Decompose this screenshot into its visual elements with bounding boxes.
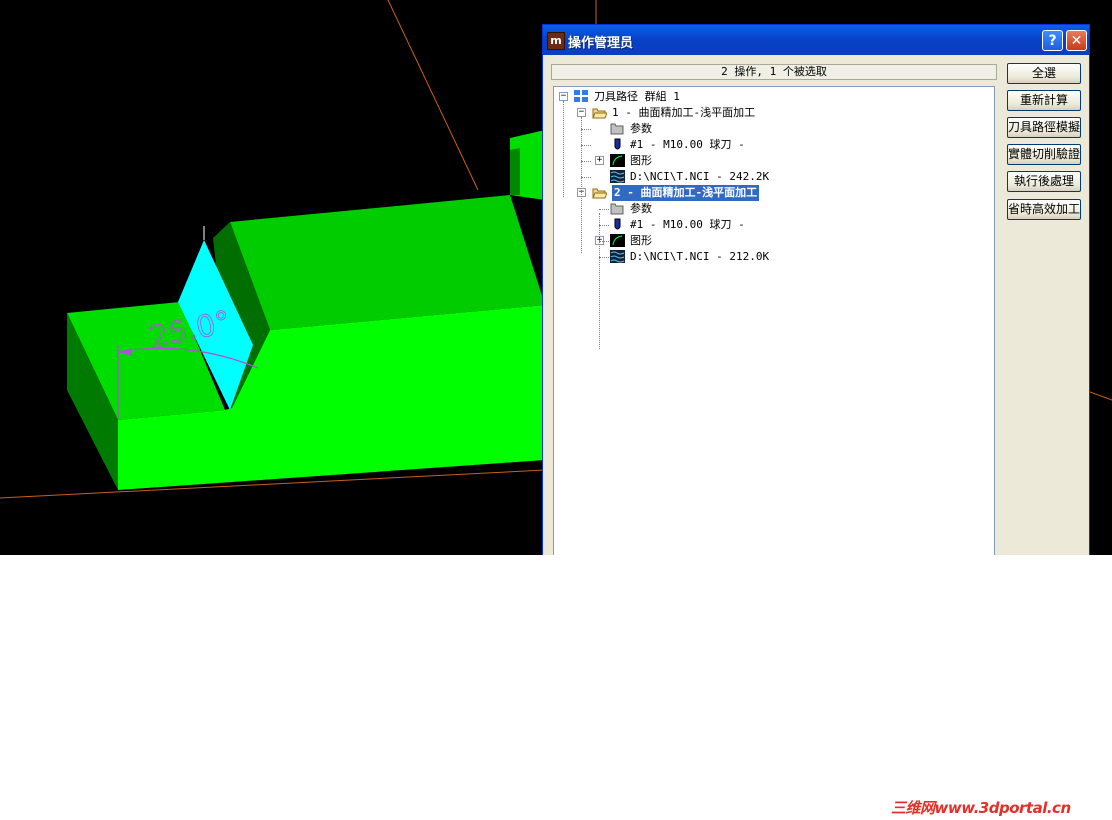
- tree-connector-line: [581, 161, 591, 162]
- close-button[interactable]: ✕: [1066, 30, 1087, 51]
- tree-node-label: 参数: [630, 202, 652, 215]
- z-axis-line: [1089, 391, 1112, 401]
- tree-connector-line: [581, 129, 591, 130]
- collapse-icon[interactable]: −: [559, 92, 568, 101]
- select-all-button[interactable]: 全選: [1007, 63, 1081, 84]
- tree-node-label: 图形: [630, 234, 652, 247]
- dialog-titlebar[interactable]: m 操作管理员 ? ✕: [543, 25, 1089, 55]
- tree-node-label: 图形: [630, 154, 652, 167]
- tree-node-label: #1 - M10.00 球刀 -: [630, 218, 745, 231]
- group-grid-icon: [574, 90, 589, 103]
- back-step-side-face: [510, 148, 520, 195]
- regenerate-button[interactable]: 重新計算: [1007, 90, 1081, 111]
- selection-status: 2 操作, 1 个被选取: [551, 64, 997, 80]
- tree-node-label: 1 - 曲面精加工-浅平面加工: [612, 106, 756, 119]
- backplot-button[interactable]: 刀具路徑模擬: [1007, 117, 1081, 138]
- tree-node-label: D:\NCI\T.NCI - 242.2K: [630, 170, 770, 183]
- tree-connector-line: [599, 225, 609, 226]
- help-button[interactable]: ?: [1042, 30, 1063, 51]
- tree-node-label: 2 - 曲面精加工-浅平面加工: [612, 185, 760, 201]
- folder-icon: [610, 202, 625, 215]
- toolpath-wave-icon: [610, 170, 625, 183]
- site-watermark: 三维网www.3dportal.cn: [891, 799, 1071, 817]
- operations-manager-dialog[interactable]: m 操作管理员 ? ✕ 2 操作, 1 个被选取 刀具路径 群組 1−1 - 曲…: [542, 24, 1090, 555]
- tree-connector-line: [599, 209, 609, 210]
- geometry-icon: [610, 234, 625, 247]
- dialog-title: 操作管理员: [568, 36, 634, 51]
- tree-node-label: D:\NCI\T.NCI - 212.0K: [630, 250, 770, 263]
- tree-node-label: 参数: [630, 122, 652, 135]
- verify-button[interactable]: 實體切削驗證: [1007, 144, 1081, 165]
- expand-icon[interactable]: +: [595, 156, 604, 165]
- ball-tool-icon: [610, 138, 625, 151]
- app-logo-icon: m: [547, 32, 565, 50]
- tree-connector-line: [581, 145, 591, 146]
- tree-connector-line: [599, 241, 609, 242]
- geometry-icon: [610, 154, 625, 167]
- y-axis-line: [387, 0, 479, 191]
- tree-connector-line: [599, 213, 600, 349]
- tree-connector-line: [563, 101, 564, 197]
- tree-node-label: #1 - M10.00 球刀 -: [630, 138, 745, 151]
- tree-connector-line: [581, 177, 591, 178]
- tree-node-label: 刀具路径 群組 1: [594, 90, 680, 103]
- operations-tree[interactable]: 刀具路径 群組 1−1 - 曲面精加工-浅平面加工 − 参数 #1 - M10.00 …: [553, 86, 995, 555]
- folder-icon: [610, 122, 625, 135]
- open-folder-icon: [592, 186, 608, 199]
- post-button[interactable]: 執行後處理: [1007, 171, 1081, 192]
- tree-connector-line: [599, 257, 609, 258]
- toolpath-wave-icon: [610, 250, 625, 263]
- collapse-icon[interactable]: −: [577, 108, 586, 117]
- high-speed-button[interactable]: 省時高效加工: [1007, 199, 1081, 220]
- ball-tool-icon: [610, 218, 625, 231]
- open-folder-icon: [592, 106, 608, 119]
- tree-connector-line: [581, 117, 582, 253]
- operations-pane: 2 操作, 1 个被选取 刀具路径 群組 1−1 - 曲面精加工-浅平面加工 − 参…: [549, 61, 997, 555]
